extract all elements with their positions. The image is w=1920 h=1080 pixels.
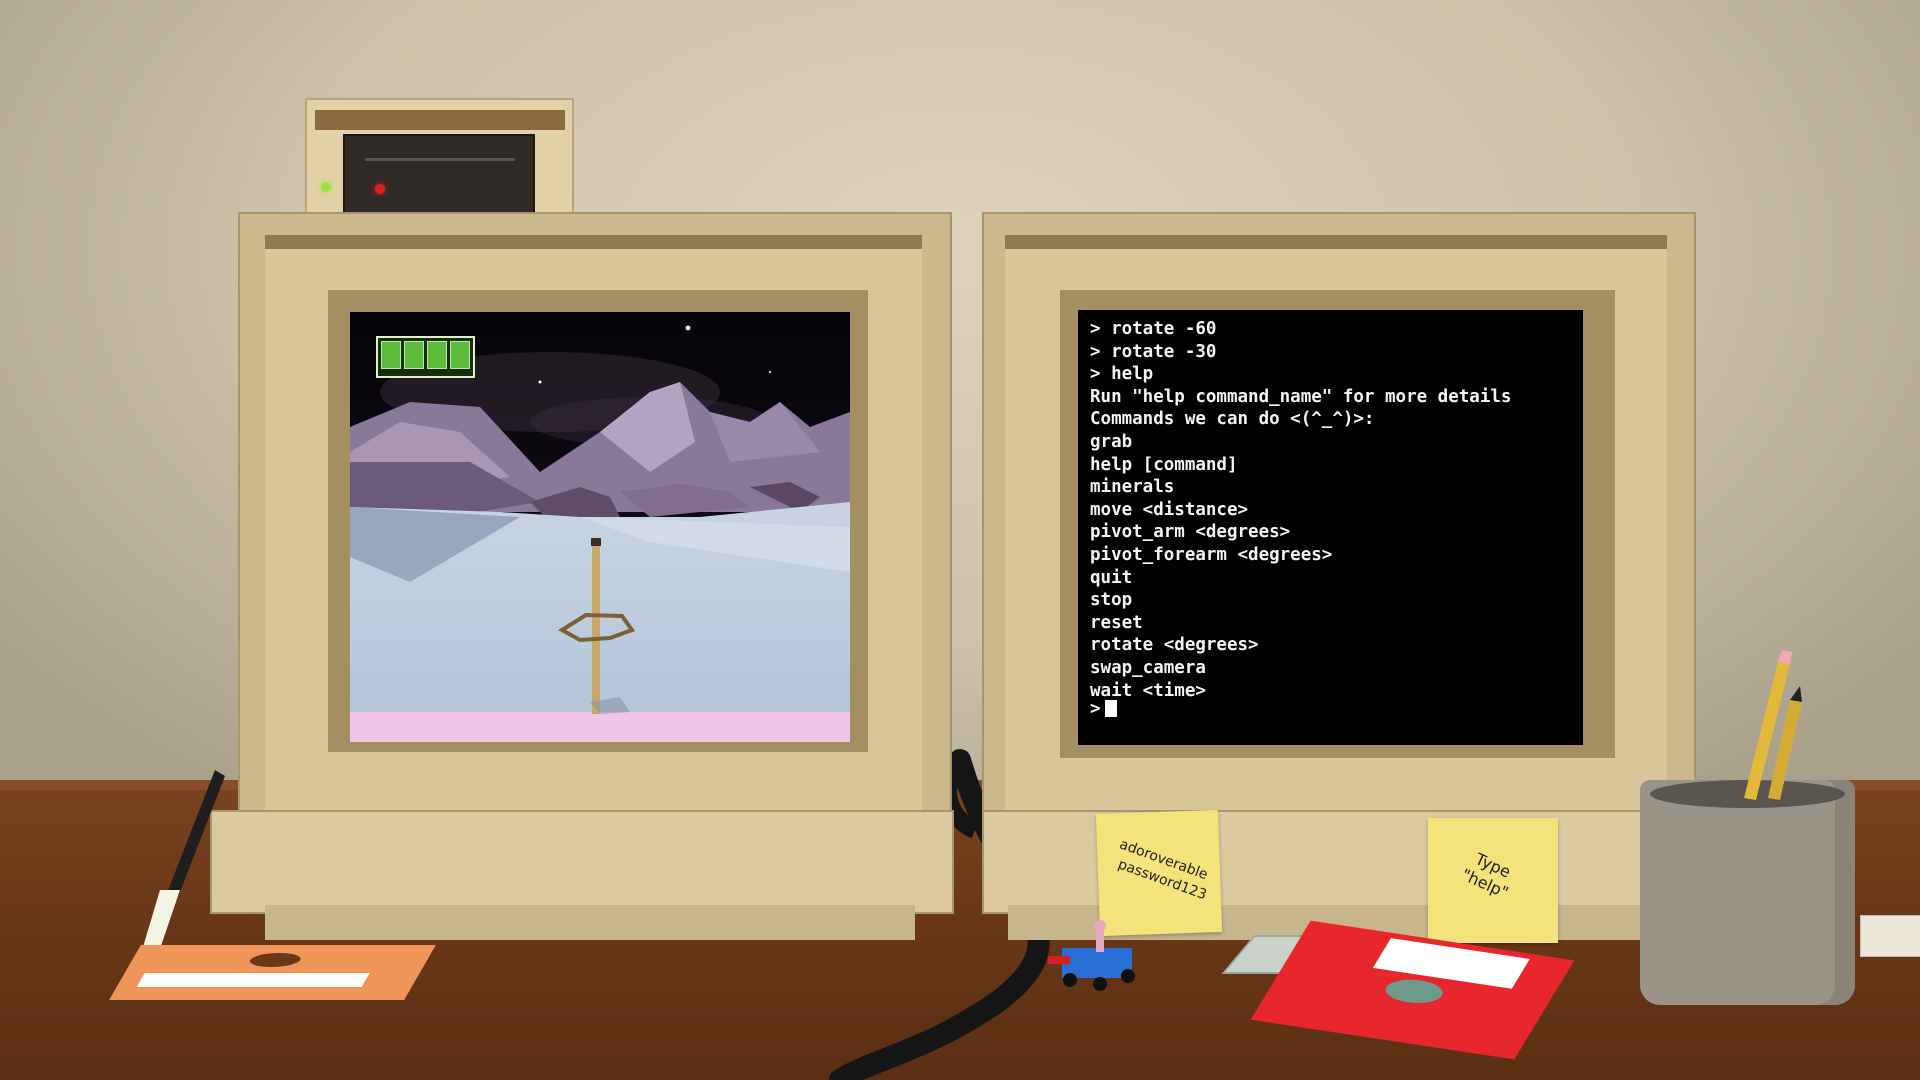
terminal-line: > rotate -60 — [1090, 319, 1217, 339]
battery-cell-2 — [404, 341, 424, 369]
battery-cell-3 — [427, 341, 447, 369]
terminal-line: help [command] — [1090, 454, 1238, 475]
terminal-line: wait <time> — [1090, 680, 1206, 701]
terminal-line: rotate <degrees> — [1090, 635, 1259, 656]
text-cursor — [1104, 700, 1117, 717]
terminal-line: minerals — [1090, 477, 1175, 498]
left-monitor-stand — [265, 905, 915, 940]
terminal-line: reset — [1090, 612, 1143, 633]
terminal-line: stop — [1090, 590, 1133, 611]
terminal-output: > rotate -60 > rotate -30 > help Run "help … — [1090, 318, 1511, 702]
rover-camera-view — [350, 312, 850, 742]
sticky-note-help-hint[interactable]: Type "help" — [1428, 818, 1558, 943]
terminal-line: pivot_forearm <degrees> — [1090, 544, 1333, 565]
terminal-line: Run "help command_name" for more details — [1090, 386, 1512, 407]
floppy-disk-orange[interactable] — [109, 945, 436, 1000]
right-monitor-base — [982, 810, 1696, 914]
left-monitor-base — [210, 810, 954, 914]
terminal-line: pivot_arm <degrees> — [1090, 522, 1291, 543]
battery-cell-1 — [381, 341, 401, 369]
terminal-prompt[interactable]: > — [1090, 698, 1117, 721]
terminal-line: swap_camera — [1090, 657, 1206, 678]
terminal-screen[interactable]: > rotate -60 > rotate -30 > help Run "help … — [1078, 310, 1583, 745]
pencil-cup — [1640, 780, 1855, 1005]
terminal-line: > help — [1090, 364, 1154, 385]
battery-indicator — [376, 336, 475, 378]
terminal-line: move <distance> — [1090, 499, 1249, 520]
prompt-symbol: > — [1090, 699, 1101, 719]
terminal-line: quit — [1090, 567, 1133, 588]
terminal-line: > rotate -30 — [1090, 341, 1217, 362]
mini-rover-toy[interactable] — [1040, 918, 1160, 998]
pencil-icon — [1744, 650, 1802, 800]
terminal-line: grab — [1090, 431, 1133, 452]
terminal-line: Commands we can do <(^_^)>: — [1090, 409, 1375, 430]
power-strip — [1860, 915, 1920, 957]
battery-cell-4 — [450, 341, 470, 369]
